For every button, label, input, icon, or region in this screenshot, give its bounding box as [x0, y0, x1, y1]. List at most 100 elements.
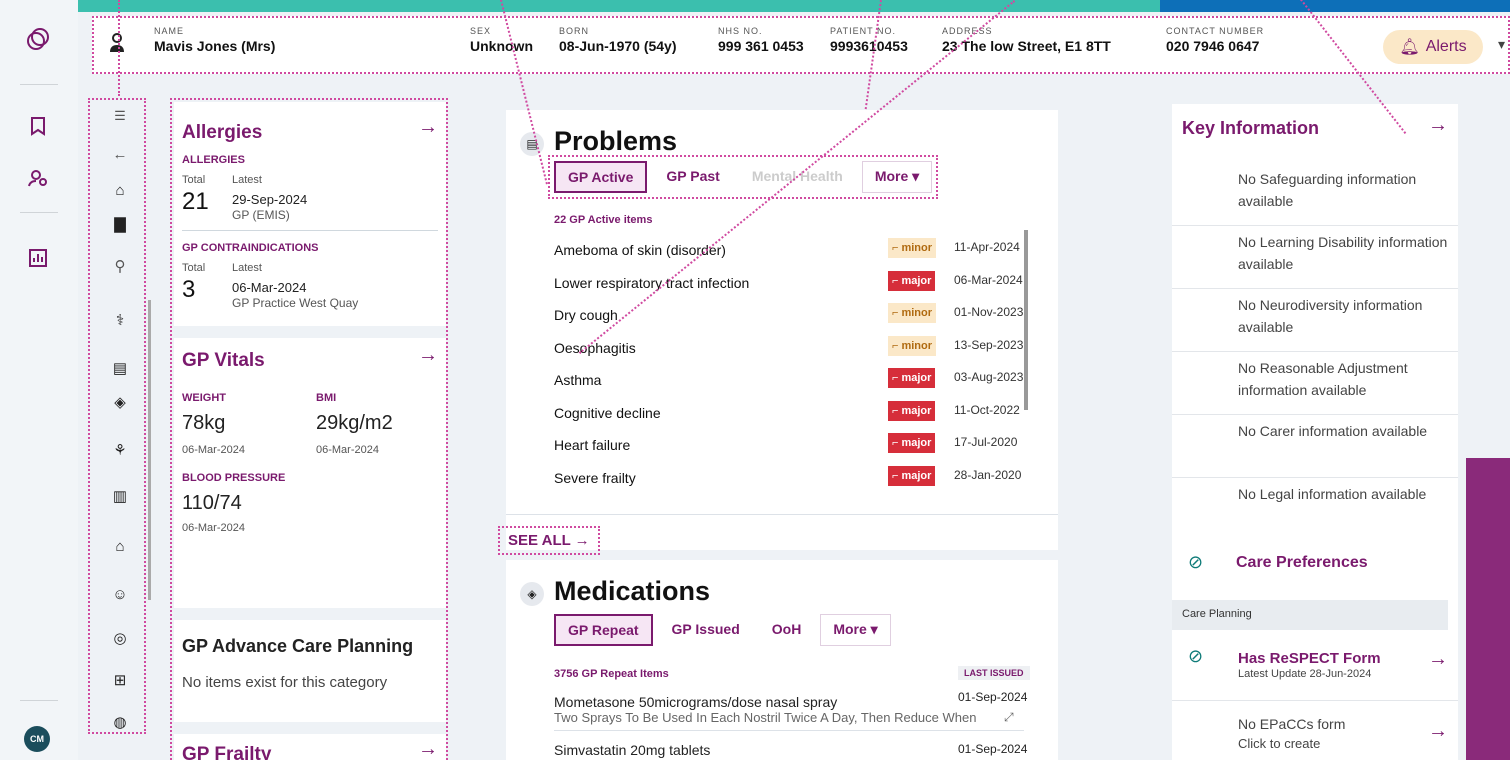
app-rail: CM [0, 0, 78, 760]
avatar[interactable]: CM [24, 726, 50, 752]
people-icon[interactable]: ☺ [110, 584, 130, 604]
allergies-title[interactable]: Allergies [182, 122, 262, 144]
frailty-title[interactable]: GP Frailty [182, 744, 271, 760]
problem-date: 01-Nov-2023 [954, 305, 1024, 319]
problem-row[interactable]: Lower respiratory tract infection ⌐ major 0… [554, 267, 1024, 299]
problems-title: Problems [554, 126, 678, 156]
weight-label: WEIGHT [182, 392, 226, 404]
see-all-link[interactable]: SEE ALL → [498, 526, 600, 555]
key-info-divider [1172, 414, 1458, 415]
back-arrow-icon[interactable]: ← [110, 144, 130, 164]
arrow-right-icon[interactable]: → [418, 344, 438, 367]
med-detail: Two Sprays To Be Used In Each Nostril Tw… [554, 710, 977, 725]
expand-icon[interactable]: ⤢ [1004, 710, 1014, 725]
bmi-label: BMI [316, 392, 337, 404]
tab-more[interactable]: More ▾ [820, 614, 891, 646]
problem-date: 06-Mar-2024 [954, 272, 1023, 287]
top-strip-blue [1160, 0, 1510, 12]
vitals-title[interactable]: GP Vitals [182, 350, 265, 372]
respect-form[interactable]: Has ReSPECT Form [1238, 650, 1381, 667]
weight-date: 06-Mar-2024 [182, 444, 245, 456]
patient-search-icon[interactable] [24, 164, 52, 192]
epaccs-create[interactable]: Click to create [1238, 736, 1320, 751]
med-name[interactable]: Mometasone 50micrograms/dose nasal spray [554, 694, 837, 710]
check-circle-icon: ⊘ [1188, 646, 1204, 666]
chevron-down-icon[interactable]: ▾ [1498, 36, 1505, 53]
arrow-right-icon[interactable]: → [418, 738, 438, 760]
search-icon[interactable]: ⚲ [110, 256, 130, 276]
tab-gp-issued[interactable]: GP Issued [658, 614, 753, 646]
medications-count: 3756 GP Repeat Items [554, 668, 669, 680]
patient-number: 9993610453 [830, 38, 908, 54]
bp-value: 110/74 [182, 492, 242, 514]
alerts-button[interactable]: 🔔︎ Alerts [1383, 30, 1483, 64]
key-info-card: Key Information → No Safeguarding inform… [1172, 104, 1458, 760]
arrow-right-icon[interactable]: → [418, 116, 438, 139]
med-date: 01-Sep-2024 [958, 742, 1028, 756]
name-label: NAME [154, 26, 185, 36]
problem-name: Asthma [554, 372, 602, 388]
severity-icon: ⌐ [892, 339, 899, 352]
tab-more[interactable]: More ▾ [861, 161, 933, 193]
app-logo-icon[interactable] [24, 26, 52, 54]
arrow-right-icon[interactable]: → [1428, 720, 1448, 743]
severity-badge: ⌐ major [888, 368, 936, 388]
med-date: 01-Sep-2024 [958, 690, 1028, 704]
med-name[interactable]: Simvastatin 20mg tablets [554, 742, 710, 758]
medications-tabs: GP Repeat GP Issued OoH More ▾ [554, 614, 891, 646]
problems-tabs: GP Active GP Past Mental Health More ▾ [548, 155, 939, 199]
nhs-label: NHS NO. [718, 26, 763, 36]
expand-menu-icon[interactable]: ☰ [110, 106, 130, 126]
problem-row[interactable]: Asthma ⌐ major 03-Aug-2023 [554, 364, 1024, 396]
home-icon[interactable]: ⌂ [110, 180, 130, 200]
allergies-section: ALLERGIES [182, 154, 245, 166]
arrow-right-icon[interactable]: → [1428, 114, 1448, 137]
see-all-label: SEE ALL [508, 532, 571, 549]
medical-kit-icon[interactable]: ⊞ [110, 670, 130, 690]
contact-number: 020 7946 0647 [1166, 38, 1260, 54]
problem-row[interactable]: Heart failure ⌐ major 17-Jul-2020 [554, 429, 1024, 461]
rail-divider [20, 212, 58, 213]
arrow-right-icon[interactable]: → [1428, 648, 1448, 671]
severity-icon: ⌐ [892, 469, 899, 482]
location-icon[interactable]: ◎ [110, 628, 130, 648]
brain-icon[interactable]: ◍ [110, 712, 130, 732]
allergies-latest-source: GP (EMIS) [232, 208, 290, 222]
key-info-divider [1172, 288, 1458, 289]
medications-icon[interactable]: ◈ [110, 392, 130, 412]
document-icon[interactable]: ▇ [110, 214, 130, 234]
problems-icon[interactable]: ▤ [110, 358, 130, 378]
activity-icon[interactable]: ⚘ [110, 440, 130, 460]
reports-icon[interactable] [24, 244, 52, 272]
problem-row[interactable]: Severe frailty ⌐ major 28-Jan-2020 [554, 462, 1024, 494]
problem-row[interactable]: Oesophagitis ⌐ minor 13-Sep-2023 [554, 332, 1024, 364]
problem-row[interactable]: Cognitive decline ⌐ major 11-Oct-2022 [554, 397, 1024, 429]
bp-label: BLOOD PRESSURE [182, 472, 286, 484]
key-info-divider [1172, 477, 1458, 478]
patient-name: Mavis Jones (Mrs) [154, 38, 276, 54]
problems-scrollbar[interactable] [1024, 230, 1028, 410]
problem-date: 11-Oct-2022 [954, 402, 1020, 417]
chart-icon[interactable]: ▥ [110, 486, 130, 506]
record-icon[interactable] [24, 112, 52, 140]
tab-gp-repeat[interactable]: GP Repeat [554, 614, 653, 646]
last-issued-header: LAST ISSUED [958, 666, 1030, 680]
problem-date: 11-Apr-2024 [954, 240, 1020, 254]
check-circle-icon: ⊘ [1188, 552, 1204, 572]
stethoscope-icon[interactable]: ⚕ [110, 310, 130, 330]
tab-ooh[interactable]: OoH [758, 614, 815, 646]
tab-gp-past[interactable]: GP Past [653, 161, 733, 193]
severity-badge: ⌐ major [888, 270, 936, 291]
contact-label: CONTACT NUMBER [1166, 26, 1265, 36]
hospital-icon[interactable]: ⌂ [110, 536, 130, 556]
nav-scrollbar[interactable] [148, 300, 151, 600]
tab-gp-active[interactable]: GP Active [554, 161, 648, 193]
acp-title[interactable]: GP Advance Care Planning [182, 636, 413, 657]
pill-icon: ◈ [520, 582, 544, 606]
severity-icon: ⌐ [892, 437, 899, 449]
problem-row[interactable]: Ameboma of skin (disorder) ⌐ minor 11-Apr-2… [554, 234, 1024, 266]
problem-name: Dry cough [554, 307, 618, 323]
care-preferences[interactable]: Care Preferences [1236, 554, 1368, 572]
key-info-item: No Reasonable Adjustment information ava… [1238, 360, 1408, 398]
epaccs-form[interactable]: No EPaCCs form [1238, 716, 1345, 732]
